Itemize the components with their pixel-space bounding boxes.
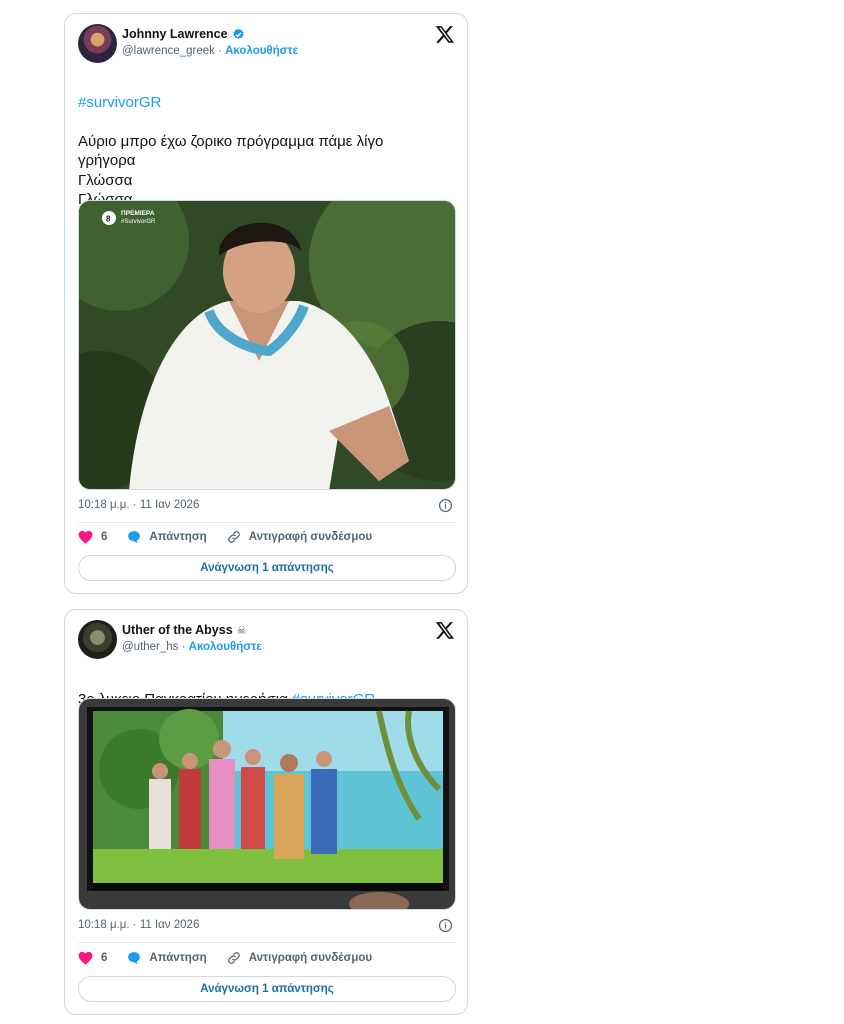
heart-icon: [78, 951, 93, 965]
author-row: Johnny Lawrence: [122, 27, 245, 41]
reply-button[interactable]: Απάντηση: [127, 530, 207, 544]
like-button[interactable]: 6: [78, 530, 107, 544]
tweet-card: Uther of the Abyss ☠ @uther_hs · Ακολουθ…: [64, 609, 468, 1015]
hashtag-link[interactable]: #survivorGR: [78, 94, 161, 111]
action-bar: 6 Απάντηση Αντιγραφή συνδέσμου: [78, 530, 392, 544]
action-bar: 6 Απάντηση Αντιγραφή συνδέσμου: [78, 951, 392, 965]
like-button[interactable]: 6: [78, 951, 107, 965]
premiere-badge-text: ΠΡΕΜΙΕΡΑ: [121, 210, 155, 217]
photo-tv-screen: [79, 699, 455, 909]
x-logo-icon[interactable]: [435, 620, 455, 640]
divider: [78, 942, 456, 943]
copy-link-button[interactable]: Αντιγραφή συνδέσμου: [227, 951, 372, 965]
like-count: 6: [101, 952, 108, 964]
separator: ·: [178, 641, 189, 653]
tweet-card: Johnny Lawrence @lawrence_greek · Ακολου…: [64, 13, 468, 594]
tweet-photo[interactable]: 8 ΠΡΕΜΙΕΡΑ #SurvivorGR: [78, 200, 456, 490]
copy-link-label: Αντιγραφή συνδέσμου: [248, 531, 373, 543]
timestamp[interactable]: 10:18 μ.μ. · 11 Ιαν 2026: [78, 919, 199, 931]
reply-label: Απάντηση: [149, 531, 207, 543]
link-icon: [227, 952, 240, 964]
follow-link[interactable]: Ακολουθήστε: [225, 45, 298, 57]
copy-link-button[interactable]: Αντιγραφή συνδέσμου: [227, 530, 372, 544]
like-count: 6: [101, 531, 108, 543]
skull-emoji-icon: ☠: [236, 624, 247, 637]
handle-row: @uther_hs · Ακολουθήστε: [122, 641, 262, 653]
follow-link[interactable]: Ακολουθήστε: [189, 641, 262, 653]
info-icon[interactable]: [438, 498, 453, 513]
separator: ·: [214, 45, 226, 57]
svg-text:8: 8: [106, 215, 111, 224]
avatar[interactable]: [78, 620, 117, 659]
author-name[interactable]: Johnny Lawrence: [122, 27, 228, 41]
verified-badge-icon: [232, 28, 244, 39]
copy-link-label: Αντιγραφή συνδέσμου: [248, 952, 373, 964]
divider: [78, 522, 456, 523]
reply-button[interactable]: Απάντηση: [127, 951, 207, 965]
photo-contestant: 8 ΠΡΕΜΙΕΡΑ #SurvivorGR: [79, 201, 455, 489]
read-replies-button[interactable]: Ανάγνωση 1 απάντησης: [78, 976, 456, 1002]
author-name[interactable]: Uther of the Abyss: [122, 623, 233, 637]
premiere-tag-text: #SurvivorGR: [121, 219, 156, 225]
reply-bubble-icon: [128, 531, 141, 544]
author-handle[interactable]: @uther_hs: [122, 641, 178, 653]
info-icon[interactable]: [438, 918, 453, 933]
author-handle[interactable]: @lawrence_greek: [122, 45, 215, 57]
author-row: Uther of the Abyss ☠: [122, 623, 247, 637]
heart-icon: [78, 530, 93, 544]
link-icon: [227, 531, 240, 543]
read-replies-button[interactable]: Ανάγνωση 1 απάντησης: [78, 555, 456, 581]
avatar[interactable]: [78, 24, 117, 63]
x-logo-icon[interactable]: [435, 24, 455, 44]
timestamp[interactable]: 10:18 μ.μ. · 11 Ιαν 2026: [78, 499, 199, 511]
tweet-photo[interactable]: [78, 698, 456, 910]
reply-label: Απάντηση: [149, 952, 207, 964]
reply-bubble-icon: [128, 952, 141, 965]
handle-row: @lawrence_greek · Ακολουθήστε: [122, 45, 298, 57]
